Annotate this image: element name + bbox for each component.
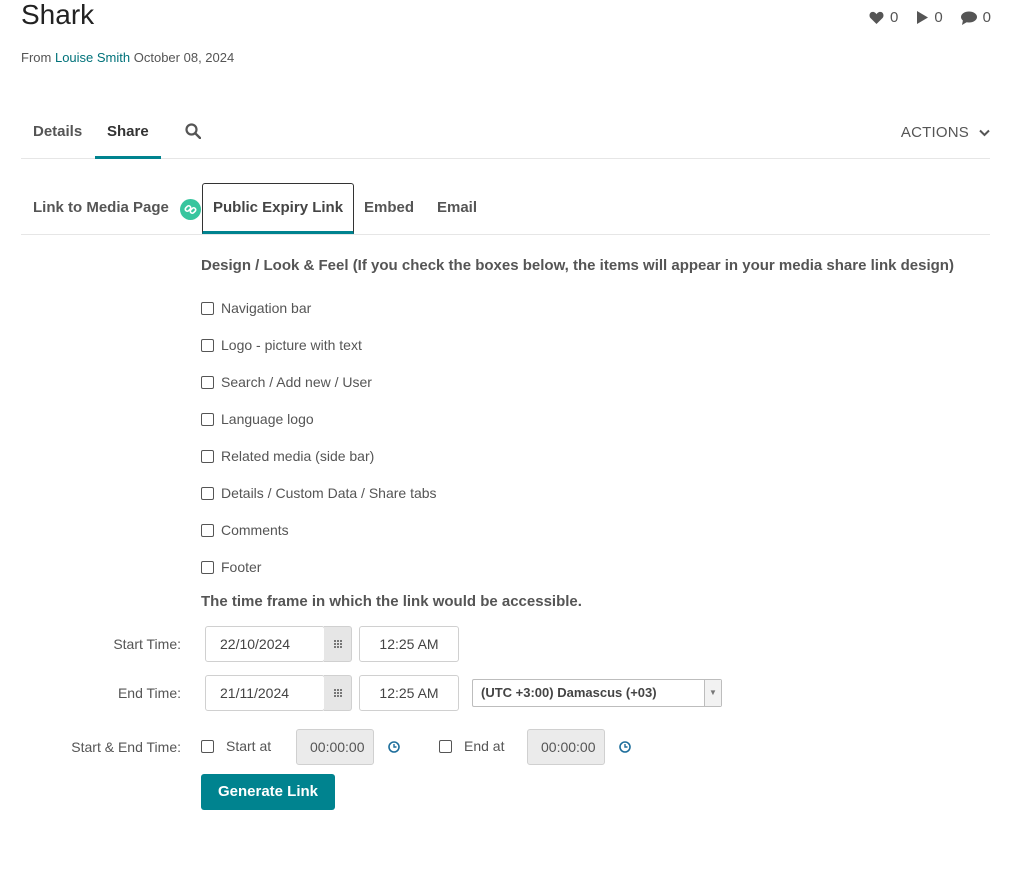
start-at-label: Start at: [226, 738, 272, 754]
comments-count: 0: [982, 9, 991, 26]
tab-link-to-media-page[interactable]: Link to Media Page: [33, 183, 169, 233]
timeframe-heading: The time frame in which the link would b…: [201, 593, 582, 610]
option-footer[interactable]: Footer: [201, 559, 261, 575]
link-badge: [180, 199, 201, 220]
tab-share[interactable]: Share: [95, 114, 161, 159]
end-at-input[interactable]: 00:00:00: [527, 729, 605, 765]
option-label: Related media (side bar): [221, 448, 375, 464]
share-tabs: Link to Media Page Public Expiry Link Em…: [21, 183, 990, 235]
actions-label: ACTIONS: [900, 124, 969, 141]
timezone-select[interactable]: (UTC +3:00) Damascus (+03) ▼: [472, 679, 722, 707]
heart-icon: [869, 11, 884, 24]
checkbox[interactable]: [201, 449, 214, 463]
media-meta: From Louise Smith October 08, 2024: [21, 50, 234, 65]
search-tab[interactable]: [185, 123, 202, 144]
calendar-icon: [333, 640, 342, 648]
checkbox[interactable]: [201, 375, 214, 389]
chevron-down-icon: [979, 129, 990, 136]
option-label: Comments: [221, 522, 289, 538]
option-logo[interactable]: Logo - picture with text: [201, 337, 362, 353]
start-date-picker-button[interactable]: [324, 626, 352, 662]
main-tabs: Details Share ACTIONS: [21, 114, 990, 159]
tab-details[interactable]: Details: [21, 114, 94, 159]
option-label: Logo - picture with text: [221, 337, 362, 353]
comments-stat[interactable]: 0: [960, 9, 991, 26]
generate-link-button[interactable]: Generate Link: [201, 774, 335, 810]
design-heading: Design / Look & Feel (If you check the b…: [201, 257, 954, 274]
clock-icon[interactable]: [619, 741, 631, 753]
end-date-input[interactable]: 21/11/2024: [205, 675, 325, 711]
start-end-time-label: Start & End Time:: [71, 739, 181, 755]
timezone-value: (UTC +3:00) Damascus (+03): [481, 685, 657, 700]
comment-icon: [960, 11, 977, 25]
checkbox[interactable]: [201, 486, 214, 500]
end-time-label: End Time:: [117, 685, 181, 701]
search-icon: [185, 123, 202, 140]
link-icon: [184, 204, 197, 215]
actions-menu[interactable]: ACTIONS: [901, 124, 990, 141]
likes-stat[interactable]: 0: [869, 9, 898, 26]
plays-stat: 0: [916, 9, 943, 26]
option-language-logo[interactable]: Language logo: [201, 411, 314, 427]
author-link[interactable]: Louise Smith: [55, 50, 130, 65]
option-label: Details / Custom Data / Share tabs: [221, 485, 437, 501]
option-label: Language logo: [221, 411, 314, 427]
clock-icon[interactable]: [388, 741, 400, 753]
end-at-option[interactable]: End at: [439, 738, 504, 754]
media-date: October 08, 2024: [133, 50, 235, 65]
media-stats: 0 0 0: [869, 9, 991, 26]
end-at-label: End at: [464, 738, 505, 754]
option-comments[interactable]: Comments: [201, 522, 289, 538]
start-time-input[interactable]: 12:25 AM: [359, 626, 459, 662]
start-at-input[interactable]: 00:00:00: [296, 729, 374, 765]
tab-embed[interactable]: Embed: [364, 183, 414, 233]
start-at-checkbox[interactable]: [201, 739, 214, 753]
plays-count: 0: [934, 9, 943, 26]
option-details-tabs[interactable]: Details / Custom Data / Share tabs: [201, 485, 437, 501]
calendar-icon: [333, 689, 342, 697]
dropdown-arrow-icon: ▼: [704, 680, 721, 706]
checkbox[interactable]: [201, 301, 214, 315]
tab-email[interactable]: Email: [437, 183, 477, 233]
option-label: Navigation bar: [221, 300, 312, 316]
option-label: Footer: [221, 559, 262, 575]
media-title: Shark: [21, 0, 95, 30]
option-related-media[interactable]: Related media (side bar): [201, 448, 374, 464]
checkbox[interactable]: [201, 560, 214, 574]
option-search-add-user[interactable]: Search / Add new / User: [201, 374, 372, 390]
tab-public-expiry-link[interactable]: Public Expiry Link: [202, 183, 355, 234]
option-navigation-bar[interactable]: Navigation bar: [201, 300, 311, 316]
start-date-input[interactable]: 22/10/2024: [205, 626, 325, 662]
checkbox[interactable]: [201, 412, 214, 426]
play-icon: [917, 11, 929, 24]
option-label: Search / Add new / User: [221, 374, 372, 390]
checkbox[interactable]: [201, 338, 214, 352]
end-at-checkbox[interactable]: [439, 739, 452, 753]
end-date-picker-button[interactable]: [324, 675, 352, 711]
from-label: From: [21, 50, 52, 65]
end-time-input[interactable]: 12:25 AM: [359, 675, 459, 711]
start-time-label: Start Time:: [113, 636, 181, 652]
start-at-option[interactable]: Start at: [201, 738, 271, 754]
likes-count: 0: [889, 9, 899, 26]
checkbox[interactable]: [201, 523, 214, 537]
